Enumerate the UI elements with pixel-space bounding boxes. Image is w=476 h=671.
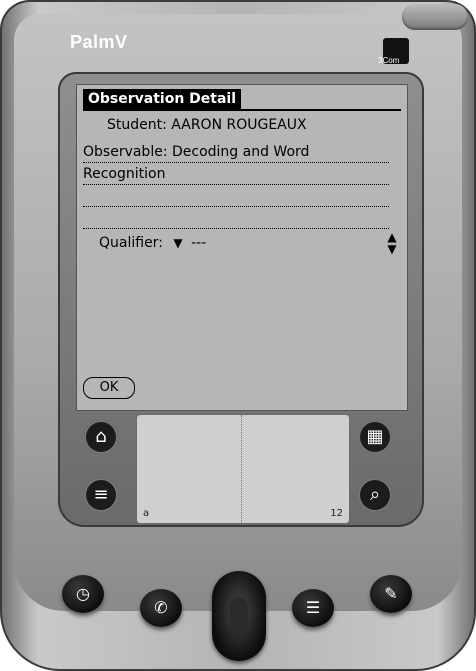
stylus-bump (402, 4, 468, 30)
home-icon[interactable]: ⌂ (84, 420, 118, 454)
graffiti-divider (241, 415, 243, 523)
ok-button[interactable]: OK (83, 377, 135, 399)
scroll-rocker[interactable] (212, 571, 266, 661)
observable-line-1: Observable: Decoding and Word (83, 144, 310, 160)
text-line-4 (83, 228, 389, 229)
graffiti-number-mark: 12 (330, 508, 343, 519)
text-line-3 (83, 206, 389, 207)
find-icon[interactable]: ⌕ (358, 478, 392, 512)
observable-line-2: Recognition (83, 166, 166, 182)
datebook-icon[interactable]: ◷ (62, 575, 104, 613)
observable-field[interactable]: Observable: Decoding and Word Recognitio… (83, 141, 389, 185)
qualifier-row: Qualifier: ▼ --- (99, 235, 206, 251)
qualifier-label: Qualifier: (99, 235, 163, 251)
calculator-icon[interactable]: ▦ (358, 420, 392, 454)
memo-icon[interactable]: ✎ (370, 575, 412, 613)
graffiti-area[interactable]: a 12 (136, 414, 350, 524)
qualifier-value[interactable]: --- (191, 235, 206, 251)
brand-logo: PalmV (70, 32, 128, 52)
scroll-arrows[interactable]: ▲ ▼ (385, 231, 399, 255)
qualifier-dropdown-icon[interactable]: ▼ (173, 236, 182, 250)
ir-brand-label: 3Com (378, 56, 400, 65)
menu-icon[interactable]: ≡ (84, 478, 118, 512)
lcd-screen: Observation Detail Student: AARON ROUGEA… (76, 84, 408, 411)
todo-icon[interactable]: ☰ (292, 589, 334, 627)
text-line-1 (83, 162, 389, 163)
form-title: Observation Detail (83, 89, 242, 110)
phone-icon[interactable]: ✆ (140, 589, 182, 627)
student-name: Student: AARON ROUGEAUX (107, 117, 307, 133)
title-rule (83, 109, 401, 111)
silkscreen-area: ⌂ ≡ ▦ ⌕ a 12 (76, 412, 406, 527)
palm-device: PalmV 3Com Observation Detail Student: A… (0, 0, 476, 671)
text-line-2 (83, 184, 389, 185)
scroll-down-icon[interactable]: ▼ (385, 243, 399, 255)
hardware-buttons: ◷ ✆ ☰ ✎ (0, 565, 476, 671)
graffiti-letter-mark: a (143, 508, 150, 519)
